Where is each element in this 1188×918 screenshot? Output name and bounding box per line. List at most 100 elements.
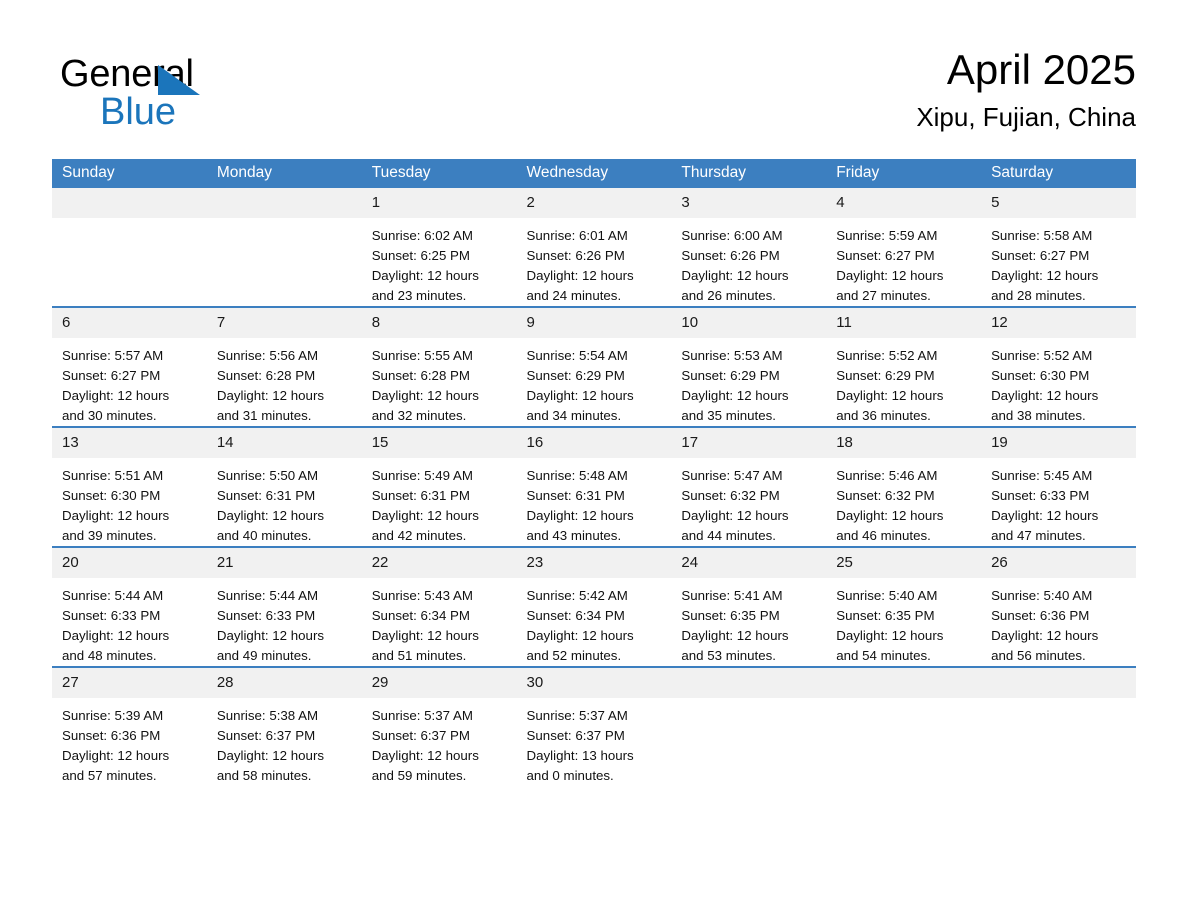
day-details: Sunrise: 5:59 AM Sunset: 6:27 PM Dayligh… <box>826 218 981 306</box>
sunrise-text: Sunrise: 5:45 AM <box>991 468 1093 483</box>
sunrise-text: Sunrise: 5:48 AM <box>526 468 628 483</box>
calendar-day-cell[interactable]: 11 Sunrise: 5:52 AM Sunset: 6:29 PM Dayl… <box>826 306 982 427</box>
daylight-text-line1: Daylight: 12 hours <box>526 267 634 283</box>
day-number: 27 <box>52 668 207 698</box>
daylight-text-line2: and 52 minutes. <box>526 647 622 663</box>
calendar-day-cell[interactable]: 30 Sunrise: 5:37 AM Sunset: 6:37 PM Dayl… <box>516 666 672 786</box>
day-number: 19 <box>981 428 1136 458</box>
sunset-text: Sunset: 6:33 PM <box>991 487 1090 503</box>
generalblue-logo[interactable]: General Blue <box>60 52 320 144</box>
daylight-text-line2: and 0 minutes. <box>526 767 614 783</box>
calendar-day-cell[interactable]: 18 Sunrise: 5:46 AM Sunset: 6:32 PM Dayl… <box>826 426 982 547</box>
day-number: 17 <box>671 428 827 458</box>
calendar-day-cell[interactable]: 17 Sunrise: 5:47 AM Sunset: 6:32 PM Dayl… <box>671 426 827 547</box>
sunrise-text: Sunrise: 5:41 AM <box>681 588 783 603</box>
daylight-text-line1: Daylight: 12 hours <box>371 747 479 763</box>
sunrise-text: Sunrise: 5:44 AM <box>62 588 164 603</box>
calendar-day-cell[interactable]: 10 Sunrise: 5:53 AM Sunset: 6:29 PM Dayl… <box>671 306 827 427</box>
daylight-text-line1: Daylight: 13 hours <box>526 747 634 763</box>
day-details: Sunrise: 5:56 AM Sunset: 6:28 PM Dayligh… <box>207 338 362 426</box>
daylight-text-line1: Daylight: 12 hours <box>216 507 325 523</box>
day-number <box>671 668 827 698</box>
calendar-day-cell[interactable]: 20 Sunrise: 5:44 AM Sunset: 6:33 PM Dayl… <box>52 546 207 667</box>
calendar-day-cell[interactable]: 21 Sunrise: 5:44 AM Sunset: 6:33 PM Dayl… <box>206 546 362 667</box>
daylight-text-line1: Daylight: 12 hours <box>991 627 1099 643</box>
day-details: Sunrise: 5:58 AM Sunset: 6:27 PM Dayligh… <box>981 218 1136 306</box>
calendar-day-cell[interactable]: 13 Sunrise: 5:51 AM Sunset: 6:30 PM Dayl… <box>52 426 207 547</box>
sunset-text: Sunset: 6:35 PM <box>681 607 780 623</box>
daylight-text-line2: and 48 minutes. <box>62 647 157 663</box>
calendar-day-cell[interactable]: 12 Sunrise: 5:52 AM Sunset: 6:30 PM Dayl… <box>981 306 1136 427</box>
calendar-day-cell[interactable]: 1 Sunrise: 6:02 AM Sunset: 6:25 PM Dayli… <box>361 188 517 307</box>
day-details: Sunrise: 5:57 AM Sunset: 6:27 PM Dayligh… <box>52 338 207 426</box>
calendar-day-cell[interactable]: 8 Sunrise: 5:55 AM Sunset: 6:28 PM Dayli… <box>361 306 517 427</box>
calendar-day-cell[interactable]: 19 Sunrise: 5:45 AM Sunset: 6:33 PM Dayl… <box>981 426 1136 547</box>
sunrise-text: Sunrise: 6:00 AM <box>681 228 783 243</box>
calendar-day-cell[interactable]: 3 Sunrise: 6:00 AM Sunset: 6:26 PM Dayli… <box>671 188 827 307</box>
day-details: Sunrise: 5:42 AM Sunset: 6:34 PM Dayligh… <box>517 578 672 666</box>
day-details: Sunrise: 5:47 AM Sunset: 6:32 PM Dayligh… <box>671 458 826 546</box>
day-details: Sunrise: 5:45 AM Sunset: 6:33 PM Dayligh… <box>981 458 1136 546</box>
calendar-day-cell[interactable]: 27 Sunrise: 5:39 AM Sunset: 6:36 PM Dayl… <box>52 666 207 786</box>
sunset-text: Sunset: 6:37 PM <box>371 727 470 743</box>
daylight-text-line2: and 32 minutes. <box>371 407 467 423</box>
calendar-day-cell[interactable]: 15 Sunrise: 5:49 AM Sunset: 6:31 PM Dayl… <box>361 426 517 547</box>
daylight-text-line2: and 59 minutes. <box>371 767 467 783</box>
day-number: 28 <box>206 668 362 698</box>
calendar-day-cell[interactable]: 5 Sunrise: 5:58 AM Sunset: 6:27 PM Dayli… <box>981 188 1136 307</box>
calendar-day-cell[interactable]: 4 Sunrise: 5:59 AM Sunset: 6:27 PM Dayli… <box>826 188 982 307</box>
calendar-day-cell[interactable]: 26 Sunrise: 5:40 AM Sunset: 6:36 PM Dayl… <box>981 546 1136 667</box>
day-number: 15 <box>361 428 517 458</box>
sunset-text: Sunset: 6:29 PM <box>836 367 935 383</box>
calendar-day-cell[interactable]: 28 Sunrise: 5:38 AM Sunset: 6:37 PM Dayl… <box>206 666 362 786</box>
daylight-text-line1: Daylight: 12 hours <box>526 507 634 523</box>
calendar-day-cell <box>52 188 207 307</box>
sunrise-text: Sunrise: 5:51 AM <box>62 468 164 483</box>
day-number: 8 <box>361 308 517 338</box>
sunrise-text: Sunrise: 5:50 AM <box>216 468 319 483</box>
calendar-day-cell[interactable]: 7 Sunrise: 5:56 AM Sunset: 6:28 PM Dayli… <box>206 306 362 427</box>
calendar-header-row: Sunday Monday Tuesday Wednesday Thursday… <box>52 159 1136 188</box>
calendar-day-cell[interactable]: 29 Sunrise: 5:37 AM Sunset: 6:37 PM Dayl… <box>361 666 517 786</box>
calendar-day-cell[interactable]: 23 Sunrise: 5:42 AM Sunset: 6:34 PM Dayl… <box>516 546 672 667</box>
daylight-text-line2: and 46 minutes. <box>836 527 931 543</box>
daylight-text-line2: and 49 minutes. <box>216 647 312 663</box>
day-details: Sunrise: 5:53 AM Sunset: 6:29 PM Dayligh… <box>671 338 826 426</box>
calendar-day-cell[interactable]: 2 Sunrise: 6:01 AM Sunset: 6:26 PM Dayli… <box>516 188 672 307</box>
calendar-day-cell[interactable]: 14 Sunrise: 5:50 AM Sunset: 6:31 PM Dayl… <box>206 426 362 547</box>
daylight-text-line2: and 51 minutes. <box>371 647 467 663</box>
daylight-text-line2: and 42 minutes. <box>371 527 467 543</box>
sunset-text: Sunset: 6:27 PM <box>62 367 161 383</box>
day-number <box>981 668 1136 698</box>
calendar-day-cell <box>981 666 1136 786</box>
daylight-text-line1: Daylight: 12 hours <box>836 627 944 643</box>
daylight-text-line1: Daylight: 12 hours <box>526 387 634 403</box>
day-number: 7 <box>206 308 362 338</box>
calendar-day-cell[interactable]: 25 Sunrise: 5:40 AM Sunset: 6:35 PM Dayl… <box>826 546 982 667</box>
sunset-text: Sunset: 6:28 PM <box>371 367 470 383</box>
calendar-week-row: 20 Sunrise: 5:44 AM Sunset: 6:33 PM Dayl… <box>52 546 1136 667</box>
calendar-day-cell[interactable]: 22 Sunrise: 5:43 AM Sunset: 6:34 PM Dayl… <box>361 546 517 667</box>
sunrise-text: Sunrise: 5:46 AM <box>836 468 938 483</box>
calendar-body: 1 Sunrise: 6:02 AM Sunset: 6:25 PM Dayli… <box>52 188 1136 786</box>
calendar-day-cell[interactable]: 24 Sunrise: 5:41 AM Sunset: 6:35 PM Dayl… <box>671 546 827 667</box>
day-number: 25 <box>826 548 982 578</box>
day-number: 13 <box>52 428 207 458</box>
daylight-text-line1: Daylight: 12 hours <box>216 747 325 763</box>
calendar-day-cell[interactable]: 6 Sunrise: 5:57 AM Sunset: 6:27 PM Dayli… <box>52 306 207 427</box>
sunset-text: Sunset: 6:33 PM <box>216 607 316 623</box>
sunrise-text: Sunrise: 5:37 AM <box>371 708 473 723</box>
sunrise-text: Sunrise: 5:40 AM <box>836 588 938 603</box>
daylight-text-line1: Daylight: 12 hours <box>836 267 944 283</box>
sunrise-text: Sunrise: 5:52 AM <box>836 348 938 363</box>
day-number: 20 <box>52 548 207 578</box>
calendar-day-cell[interactable]: 16 Sunrise: 5:48 AM Sunset: 6:31 PM Dayl… <box>516 426 672 547</box>
day-number <box>52 188 207 218</box>
daylight-text-line1: Daylight: 12 hours <box>836 507 944 523</box>
day-details: Sunrise: 5:38 AM Sunset: 6:37 PM Dayligh… <box>207 698 362 786</box>
calendar-week-row: 6 Sunrise: 5:57 AM Sunset: 6:27 PM Dayli… <box>52 306 1136 427</box>
day-details: Sunrise: 5:40 AM Sunset: 6:35 PM Dayligh… <box>826 578 981 666</box>
sunset-text: Sunset: 6:26 PM <box>681 247 780 263</box>
daylight-text-line2: and 28 minutes. <box>991 287 1086 303</box>
calendar-day-cell[interactable]: 9 Sunrise: 5:54 AM Sunset: 6:29 PM Dayli… <box>516 306 672 427</box>
